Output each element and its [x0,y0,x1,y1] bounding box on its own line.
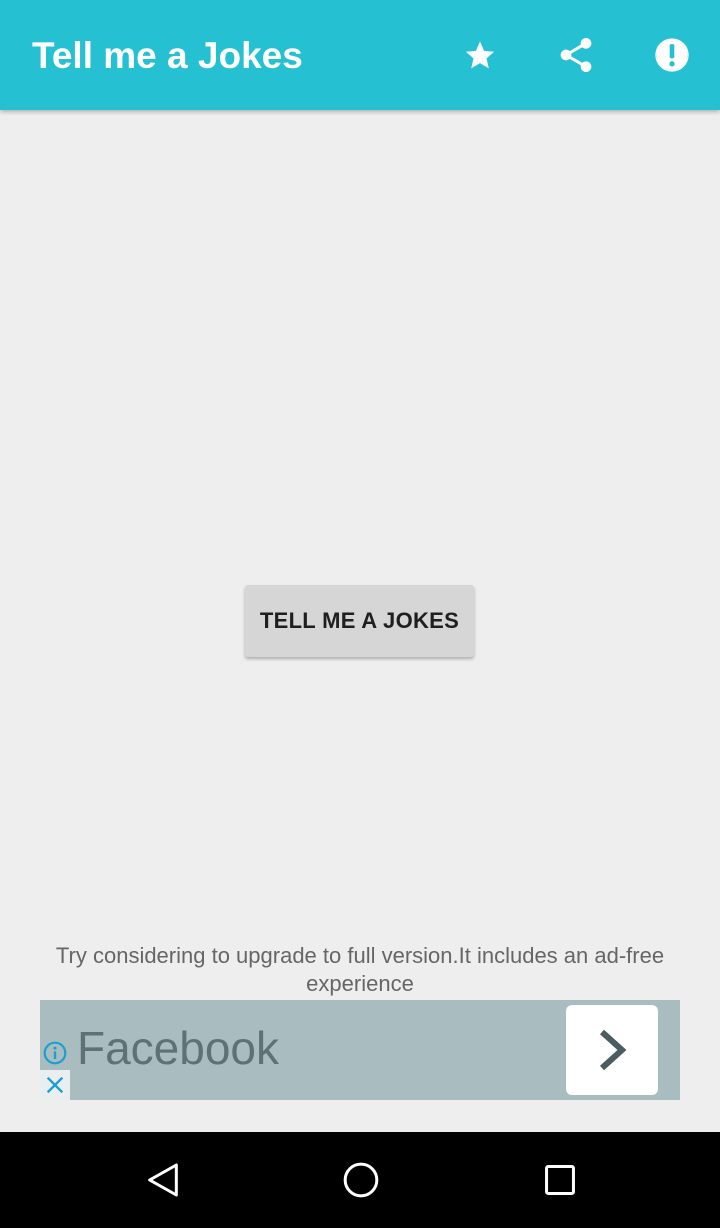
screen: Tell me a Jokes TELL ME A JOKES Try cons… [0,0,720,1228]
recents-icon [545,1165,575,1195]
ad-info-button[interactable] [40,1038,70,1068]
share-icon [560,38,592,72]
ad-open-button[interactable] [566,1005,658,1095]
tell-joke-button[interactable]: TELL ME A JOKES [245,585,474,657]
favorite-button[interactable] [456,31,504,79]
nav-recents-button[interactable] [536,1156,584,1204]
nav-back-button[interactable] [139,1156,187,1204]
info-icon [43,1041,67,1065]
back-icon [148,1163,178,1197]
ad-title: Facebook [77,1022,280,1074]
app-title: Tell me a Jokes [32,35,303,76]
app-bar: Tell me a Jokes [0,0,720,110]
share-button[interactable] [552,31,600,79]
navigation-bar [0,1132,720,1228]
ad-banner[interactable]: Facebook [40,1000,680,1100]
report-button[interactable] [648,31,696,79]
close-icon [46,1076,64,1094]
home-icon [343,1162,379,1198]
nav-home-button[interactable] [337,1156,385,1204]
star-icon [465,41,495,69]
upgrade-notice: Try considering to upgrade to full versi… [55,943,665,996]
chevron-right-icon [599,1029,627,1071]
ad-close-button[interactable] [40,1070,70,1100]
alert-icon [655,38,689,72]
